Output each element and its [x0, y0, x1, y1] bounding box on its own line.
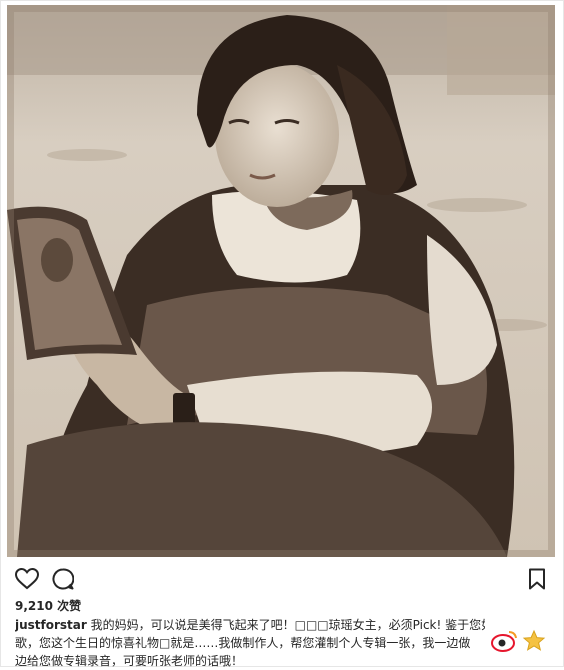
like-count[interactable]: 9,210 次赞: [15, 597, 81, 614]
weibo-logo-icon: [489, 629, 549, 653]
comment-icon[interactable]: [49, 565, 77, 593]
caption-line-3: 边给您做专辑录音，可要听张老师的话哦！: [15, 654, 244, 668]
caption-username[interactable]: justforstar: [15, 618, 87, 632]
bookmark-icon[interactable]: [523, 565, 551, 593]
post-actions: [13, 565, 551, 593]
post-card: 9,210 次赞 justforstar 我的妈妈，可以说是美得飞起来了吧！□□…: [0, 0, 564, 670]
heart-icon[interactable]: [13, 565, 41, 593]
vintage-portrait-image: [7, 5, 555, 557]
post-caption: justforstar 我的妈妈，可以说是美得飞起来了吧！□□□琼瑶女主，必须P…: [15, 616, 485, 670]
caption-text-1: 我的妈妈，可以说是美得飞起来了吧！□□□琼瑶女主，必须Pick! 鉴于您如此喜欢…: [90, 618, 485, 632]
caption-line-2: 歌，您这个生日的惊喜礼物□就是……我做制作人，帮您灌制个人专辑一张，我一边做: [15, 636, 471, 650]
post-photo[interactable]: [7, 5, 555, 557]
caption-line-1: justforstar 我的妈妈，可以说是美得飞起来了吧！□□□琼瑶女主，必须P…: [15, 616, 485, 634]
